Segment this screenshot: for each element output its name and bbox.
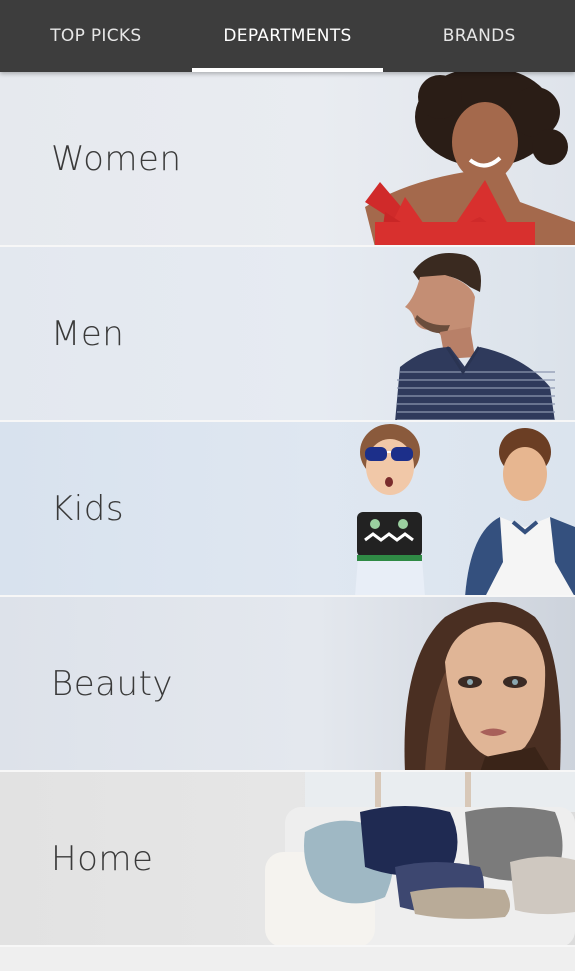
tab-top-picks[interactable]: TOP PICKS (0, 0, 192, 72)
department-home[interactable]: Home (0, 772, 575, 947)
department-men[interactable]: Men (0, 247, 575, 422)
tab-top-picks-label: TOP PICKS (50, 26, 142, 46)
pillows-sofa-photo (265, 772, 575, 945)
woman-portrait-photo (385, 597, 575, 770)
department-men-label: Men (51, 313, 125, 354)
bottom-spacer (0, 951, 575, 971)
top-tab-bar: TOP PICKS DEPARTMENTS BRANDS (0, 0, 575, 72)
tab-departments-label: DEPARTMENTS (223, 26, 352, 46)
department-beauty-label: Beauty (51, 663, 174, 704)
department-home-label: Home (51, 838, 154, 879)
department-women-label: Women (51, 138, 182, 179)
department-list: Women Men Kids Beauty Home (0, 72, 575, 947)
department-women[interactable]: Women (0, 72, 575, 247)
kids-sunglasses-photo (325, 422, 575, 595)
man-striped-polo-photo (375, 247, 575, 420)
tab-departments[interactable]: DEPARTMENTS (191, 0, 384, 72)
department-beauty[interactable]: Beauty (0, 597, 575, 772)
tab-brands[interactable]: BRANDS (383, 0, 575, 72)
tab-brands-label: BRANDS (442, 26, 516, 46)
department-kids-label: Kids (51, 488, 125, 529)
department-kids[interactable]: Kids (0, 422, 575, 597)
woman-red-top-photo (345, 72, 575, 245)
